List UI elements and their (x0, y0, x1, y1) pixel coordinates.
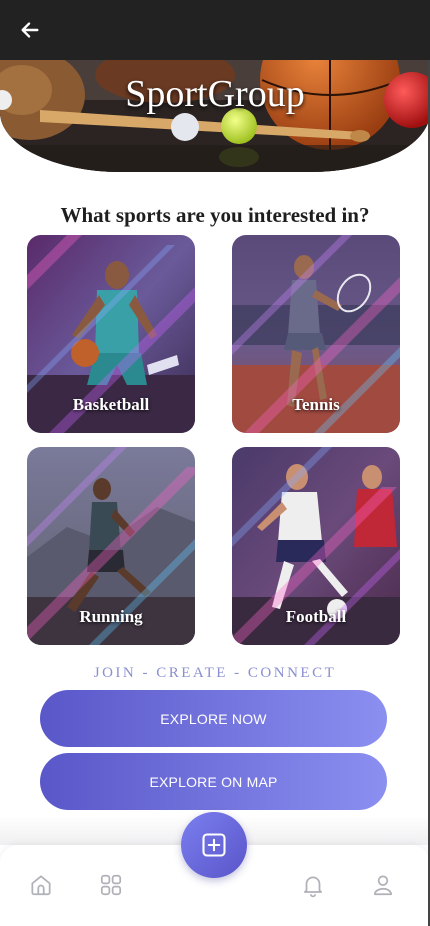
top-app-bar (0, 0, 430, 60)
nav-categories[interactable] (96, 870, 126, 900)
sport-card-football[interactable]: Football (232, 447, 400, 645)
nav-profile[interactable] (368, 870, 398, 900)
sport-card-tennis[interactable]: Tennis (232, 235, 400, 433)
explore-on-map-button[interactable]: EXPLORE ON MAP (40, 753, 387, 810)
sport-label: Tennis (292, 395, 340, 414)
back-button[interactable] (14, 14, 46, 46)
tagline: JOIN - CREATE - CONNECT (93, 665, 337, 681)
user-icon (374, 875, 392, 896)
sport-label: Football (285, 607, 347, 626)
home-icon (31, 875, 51, 896)
nav-notifications[interactable] (298, 870, 328, 900)
add-button[interactable] (181, 812, 247, 878)
grid-icon (100, 874, 122, 896)
nav-home[interactable] (26, 870, 56, 900)
explore-now-button[interactable]: EXPLORE NOW (40, 690, 387, 747)
arrow-left-icon (21, 22, 39, 38)
hero-banner: SportGroup (0, 60, 430, 172)
sport-label: Running (79, 607, 143, 626)
app-title: SportGroup (125, 73, 305, 115)
add-icon (202, 833, 226, 857)
interest-question: What sports are you interested in? (60, 203, 370, 227)
sport-card-running[interactable]: Running (27, 447, 195, 645)
sport-card-basketball[interactable]: Basketball (27, 235, 195, 433)
bell-icon (304, 876, 322, 898)
sport-label: Basketball (72, 395, 150, 414)
